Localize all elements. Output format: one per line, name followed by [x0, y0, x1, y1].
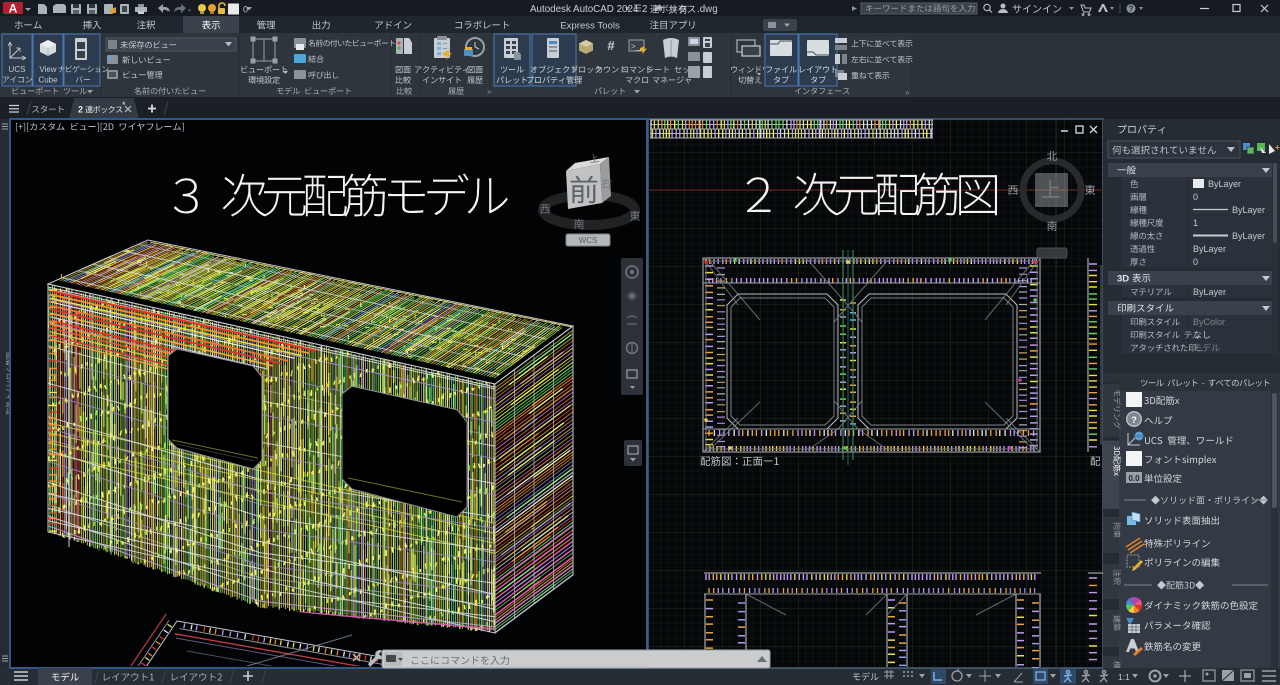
svg-text:ByLayer: ByLayer: [1232, 205, 1265, 215]
svg-text:2: 2: [78, 105, 83, 115]
svg-text:#: #: [607, 38, 615, 53]
svg-text:?: ?: [1129, 5, 1134, 14]
svg-text:0: 0: [1193, 257, 1198, 267]
svg-text:ByColor: ByColor: [1193, 317, 1225, 327]
svg-text:UCS: UCS: [9, 65, 26, 74]
svg-text:+: +: [1275, 143, 1280, 152]
svg-text:A: A: [9, 2, 18, 16]
svg-text:3D: 3D: [1117, 274, 1129, 285]
svg-text:ByLayer: ByLayer: [1193, 287, 1226, 297]
svg-text:Express Tools: Express Tools: [560, 21, 620, 32]
svg-text:1:1: 1:1: [1118, 672, 1130, 682]
svg-text:View: View: [39, 65, 56, 74]
svg-text:Cube: Cube: [38, 76, 58, 85]
svg-text:WCS: WCS: [579, 236, 598, 245]
svg-text:Autodesk AutoCAD 2024: Autodesk AutoCAD 2024: [530, 4, 639, 15]
svg-text:0: 0: [1193, 192, 1198, 202]
svg-text:0: 0: [243, 5, 248, 15]
svg-text:?: ?: [1131, 415, 1137, 425]
svg-text:>_: >_: [631, 42, 641, 51]
svg-text:»: »: [905, 88, 910, 97]
svg-text:ByLayer: ByLayer: [1232, 231, 1265, 241]
svg-text:»: »: [487, 87, 492, 96]
svg-text:ByLayer: ByLayer: [1208, 179, 1241, 189]
svg-text:2: 2: [642, 4, 647, 15]
svg-text:0.0: 0.0: [1128, 474, 1140, 483]
svg-text:ByLayer: ByLayer: [1193, 244, 1226, 254]
svg-text:1: 1: [1193, 218, 1198, 228]
svg-text:.dwg: .dwg: [697, 4, 718, 15]
svg-text:*: *: [122, 100, 126, 110]
